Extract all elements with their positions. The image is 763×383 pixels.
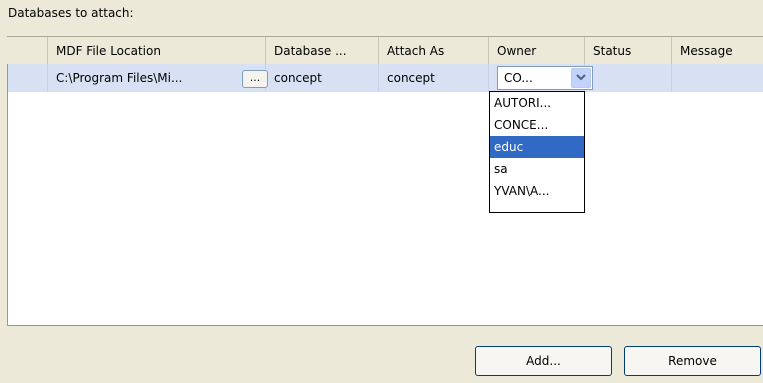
column-header-attach-as[interactable]: Attach As (379, 37, 489, 65)
owner-option[interactable]: AUTORI... (490, 92, 584, 114)
chevron-down-icon (576, 74, 586, 81)
column-header-owner[interactable]: Owner (489, 37, 585, 65)
add-button[interactable]: Add... (475, 346, 612, 376)
databases-to-attach-label: Databases to attach: (8, 6, 134, 20)
status-cell (585, 64, 672, 92)
owner-dropdown-list[interactable]: AUTORI... CONCE... educ sa YVAN\A... (489, 91, 585, 213)
database-cell[interactable]: concept (266, 64, 379, 92)
mdf-file-location-cell[interactable]: C:\Program Files\Mi... (48, 64, 266, 92)
owner-option[interactable]: sa (490, 158, 584, 180)
owner-option[interactable]: YVAN\A... (490, 180, 584, 202)
dropdown-arrow-button[interactable] (571, 68, 591, 88)
owner-option-highlighted[interactable]: educ (490, 136, 584, 158)
grid-header: MDF File Location Database ... Attach As… (7, 36, 763, 65)
owner-dropdown-value: CO... (504, 71, 533, 85)
row-header-corner (7, 37, 48, 65)
mdf-file-location-text: C:\Program Files\Mi... (56, 71, 183, 85)
column-header-message[interactable]: Message (672, 37, 763, 65)
row-header[interactable] (8, 64, 48, 92)
browse-button[interactable]: ... (242, 70, 268, 88)
owner-option[interactable]: CONCE... (490, 114, 584, 136)
column-header-database[interactable]: Database ... (266, 37, 379, 65)
table-row[interactable]: C:\Program Files\Mi... ... concept conce… (8, 64, 763, 92)
message-cell (672, 64, 763, 92)
owner-dropdown[interactable]: CO... (497, 66, 593, 90)
remove-button[interactable]: Remove (624, 346, 761, 376)
column-header-status[interactable]: Status (585, 37, 672, 65)
attach-as-cell[interactable]: concept (379, 64, 489, 92)
column-header-mdf-file-location[interactable]: MDF File Location (48, 37, 266, 65)
